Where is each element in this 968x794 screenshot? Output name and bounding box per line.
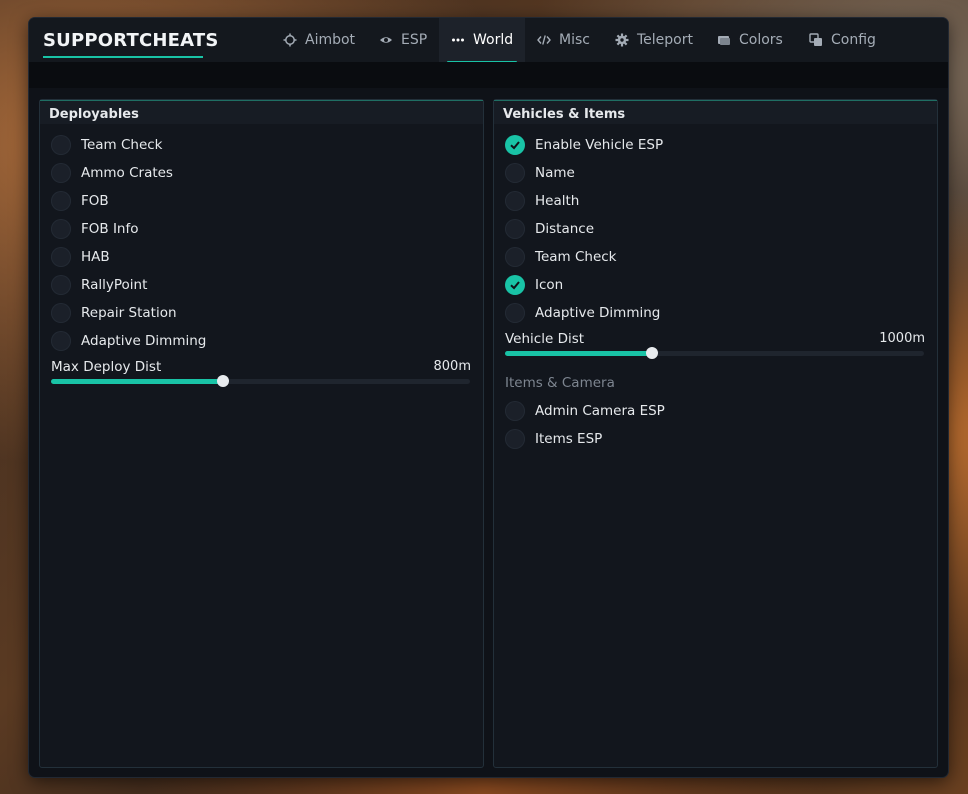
checkbox[interactable]: [51, 247, 71, 267]
checkbox[interactable]: [51, 219, 71, 239]
code-icon: [537, 35, 551, 45]
sub-toolbar: [29, 62, 948, 88]
toggle-label: FOB: [81, 193, 109, 209]
toggle-repair-station[interactable]: Repair Station: [51, 301, 177, 325]
vehicles-items-panel: Vehicles & Items Enable Vehicle ESP Name…: [493, 99, 938, 768]
dots-icon: [452, 38, 464, 42]
check-icon: [510, 281, 520, 290]
toggle-label: Team Check: [81, 137, 163, 153]
slider-value: 800m: [433, 359, 471, 374]
slider-fill: [505, 351, 652, 356]
panel-top-accent: [40, 100, 483, 101]
toggle-name[interactable]: Name: [505, 161, 575, 185]
checkbox[interactable]: [505, 303, 525, 323]
checkbox[interactable]: [51, 275, 71, 295]
tab-label: Misc: [559, 32, 590, 48]
checkbox[interactable]: [51, 135, 71, 155]
deployables-panel: Deployables Team Check Ammo Crates FOB F…: [39, 99, 484, 768]
slider-value: 1000m: [879, 331, 925, 346]
tab-label: Aimbot: [305, 32, 356, 48]
tab-misc[interactable]: Misc: [525, 18, 601, 62]
toggle-label: Adaptive Dimming: [81, 333, 207, 349]
copy-icon: [809, 33, 822, 46]
checkbox[interactable]: [505, 247, 525, 267]
toggle-adaptive-dimming[interactable]: Adaptive Dimming: [51, 329, 206, 353]
toggle-hab[interactable]: HAB: [51, 245, 110, 269]
section-label: Items & Camera: [505, 375, 615, 391]
tab-esp[interactable]: ESP: [365, 18, 437, 62]
toggle-ammo-crates[interactable]: Ammo Crates: [51, 161, 173, 185]
header-bar: SUPPORTCHEATS Aimbot ESP World Misc Tele…: [29, 18, 948, 64]
toggle-label: FOB Info: [81, 221, 139, 237]
slider-handle[interactable]: [645, 347, 658, 359]
toggle-adaptive-dimming[interactable]: Adaptive Dimming: [505, 301, 660, 325]
main-window: SUPPORTCHEATS Aimbot ESP World Misc Tele…: [29, 18, 948, 777]
toggle-fob-info[interactable]: FOB Info: [51, 217, 139, 241]
tab-teleport[interactable]: Teleport: [603, 18, 703, 62]
toggle-label: Adaptive Dimming: [535, 305, 661, 321]
palette-icon: [718, 36, 730, 45]
toggle-label: Icon: [535, 277, 564, 293]
panel-title: Deployables: [40, 100, 483, 124]
tab-label: ESP: [401, 32, 428, 48]
slider-label: Max Deploy Dist: [51, 359, 162, 375]
panel-title: Vehicles & Items: [494, 100, 937, 124]
checkbox[interactable]: [505, 163, 525, 183]
tab-aimbot[interactable]: Aimbot: [267, 18, 365, 62]
checkbox[interactable]: [505, 219, 525, 239]
toggle-items-esp[interactable]: Items ESP: [505, 427, 602, 451]
toggle-label: Admin Camera ESP: [535, 403, 665, 419]
toggle-admin-camera-esp[interactable]: Admin Camera ESP: [505, 399, 665, 423]
tab-label: Teleport: [637, 32, 693, 48]
toggle-enable-vehicle-esp[interactable]: Enable Vehicle ESP: [505, 133, 663, 157]
toggle-label: Team Check: [535, 249, 617, 265]
crosshair-icon: [283, 33, 297, 47]
checkbox[interactable]: [505, 429, 525, 449]
checkbox[interactable]: [51, 303, 71, 323]
toggle-label: Enable Vehicle ESP: [535, 137, 664, 153]
toggle-label: Name: [535, 165, 575, 181]
toggle-team-check[interactable]: Team Check: [505, 245, 617, 269]
slider-handle[interactable]: [216, 375, 229, 387]
tab-world[interactable]: World: [439, 18, 525, 64]
tab-label: Config: [831, 32, 876, 48]
toggle-label: RallyPoint: [81, 277, 148, 293]
toggle-label: Distance: [535, 221, 595, 237]
toggle-label: Health: [535, 193, 580, 209]
checkbox-checked[interactable]: [505, 135, 525, 155]
toggle-team-check[interactable]: Team Check: [51, 133, 163, 157]
checkbox-checked[interactable]: [505, 275, 525, 295]
checkbox[interactable]: [51, 331, 71, 351]
brand-underline: [43, 56, 203, 58]
eye-icon: [380, 37, 392, 43]
toggle-label: Items ESP: [535, 431, 603, 447]
panel-top-accent: [494, 100, 937, 101]
toggle-fob[interactable]: FOB: [51, 189, 109, 213]
toggle-rallypoint[interactable]: RallyPoint: [51, 273, 147, 297]
toggle-label: HAB: [81, 249, 110, 265]
tab-label: Colors: [739, 32, 783, 48]
toggle-label: Ammo Crates: [81, 165, 173, 181]
toggle-icon[interactable]: Icon: [505, 273, 563, 297]
slider-fill: [51, 379, 223, 384]
tab-config[interactable]: Config: [797, 18, 887, 62]
checkbox[interactable]: [51, 191, 71, 211]
tab-label: World: [473, 32, 514, 48]
toggle-distance[interactable]: Distance: [505, 217, 594, 241]
slider-label: Vehicle Dist: [505, 331, 585, 347]
brand-title: SUPPORTCHEATS: [43, 30, 219, 51]
max-deploy-dist-slider[interactable]: [51, 375, 470, 387]
toggle-label: Repair Station: [81, 305, 177, 321]
checkbox[interactable]: [505, 191, 525, 211]
vehicle-dist-slider[interactable]: [505, 347, 924, 359]
checkbox[interactable]: [505, 401, 525, 421]
gear-icon: [615, 33, 629, 47]
toggle-health[interactable]: Health: [505, 189, 579, 213]
checkbox[interactable]: [51, 163, 71, 183]
tab-colors[interactable]: Colors: [705, 18, 795, 62]
check-icon: [510, 141, 520, 150]
